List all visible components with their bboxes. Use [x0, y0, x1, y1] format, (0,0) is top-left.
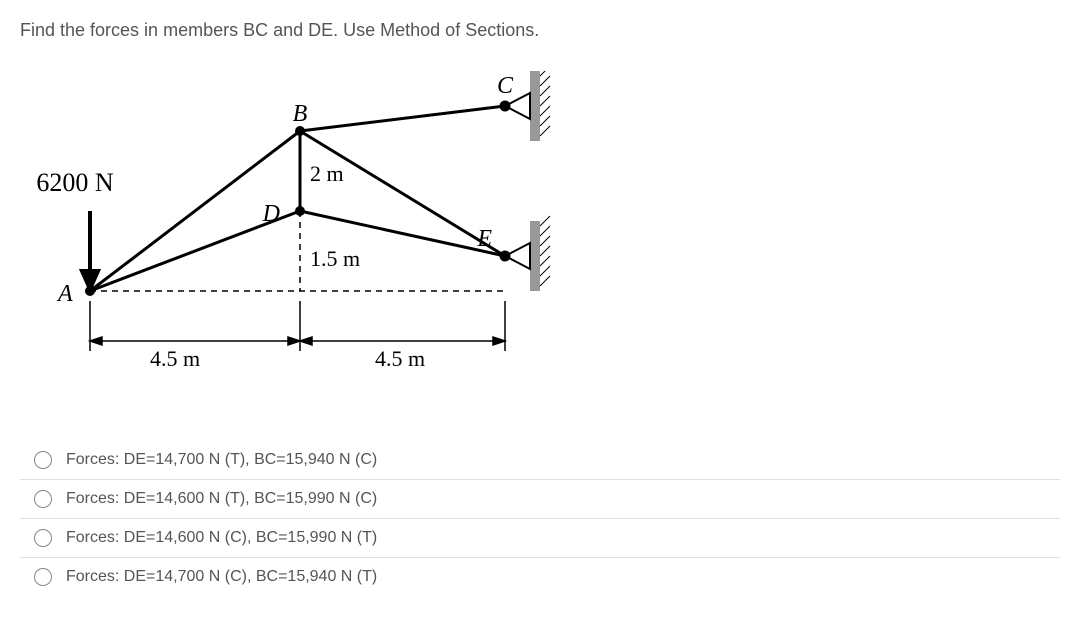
label-E: E	[476, 226, 492, 252]
option-text: Forces: DE=14,600 N (T), BC=15,990 N (C)	[66, 490, 377, 508]
radio-icon	[34, 490, 52, 508]
options-list: Forces: DE=14,700 N (T), BC=15,940 N (C)…	[20, 441, 1060, 596]
option-text: Forces: DE=14,700 N (C), BC=15,940 N (T)	[66, 568, 377, 586]
force-label: 6200 N	[36, 168, 114, 197]
question-text: Find the forces in members BC and DE. Us…	[20, 20, 1068, 41]
dim-right: 4.5 m	[375, 346, 425, 371]
label-A: A	[56, 281, 73, 307]
dim-DA: 1.5 m	[310, 246, 360, 271]
option-4[interactable]: Forces: DE=14,700 N (C), BC=15,940 N (T)	[20, 558, 1060, 596]
dim-BD: 2 m	[310, 161, 344, 186]
radio-icon	[34, 568, 52, 586]
label-B: B	[293, 101, 308, 127]
dim-left: 4.5 m	[150, 346, 200, 371]
label-D: D	[262, 201, 280, 227]
radio-icon	[34, 451, 52, 469]
option-text: Forces: DE=14,600 N (C), BC=15,990 N (T)	[66, 529, 377, 547]
option-3[interactable]: Forces: DE=14,600 N (C), BC=15,990 N (T)	[20, 519, 1060, 558]
radio-icon	[34, 529, 52, 547]
option-2[interactable]: Forces: DE=14,600 N (T), BC=15,990 N (C)	[20, 480, 1060, 519]
option-text: Forces: DE=14,700 N (T), BC=15,940 N (C)	[66, 451, 377, 469]
option-1[interactable]: Forces: DE=14,700 N (T), BC=15,940 N (C)	[20, 441, 1060, 480]
label-C: C	[497, 73, 514, 99]
truss-diagram: B C D E A 6200 N 2 m 1.5 m 4.5 m 4.5 m	[30, 71, 590, 401]
